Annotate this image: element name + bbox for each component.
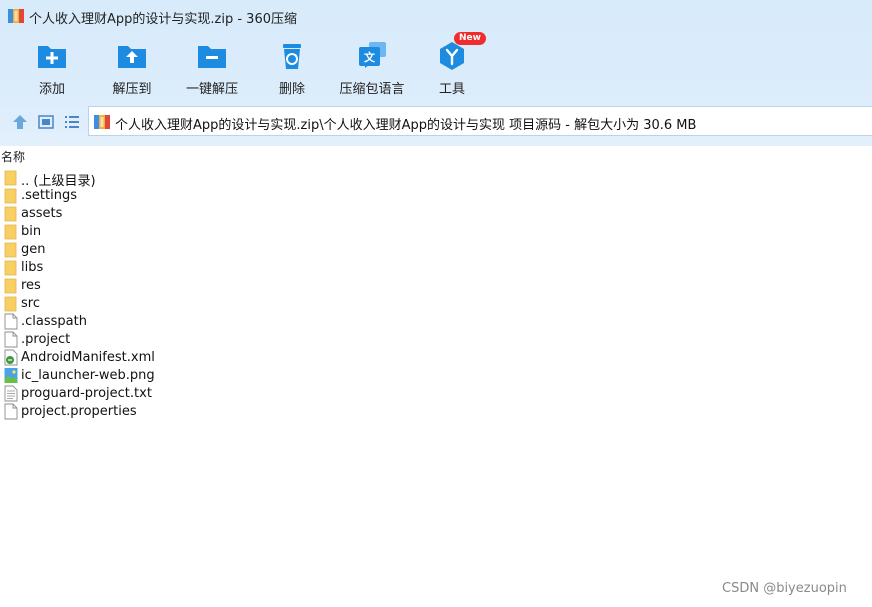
list-item[interactable]: ic_launcher-web.png	[0, 367, 300, 385]
delete-label: 删除	[278, 82, 305, 97]
add-button[interactable]: 添加	[12, 36, 92, 98]
list-item[interactable]: bin	[0, 223, 300, 241]
android-xml-file-icon	[4, 349, 18, 366]
address-bar[interactable]: 个人收入理财App的设计与实现.zip\个人收入理财App的设计与实现 项目源码…	[88, 106, 872, 136]
list-item[interactable]: .project	[0, 331, 300, 349]
file-name: src	[21, 296, 40, 311]
add-icon	[38, 46, 66, 68]
extract-to-icon	[118, 46, 146, 68]
image-file-icon	[4, 367, 18, 384]
file-name: .classpath	[21, 314, 87, 329]
archive-language-label: 压缩包语言	[339, 82, 405, 97]
file-name: proguard-project.txt	[21, 386, 152, 401]
folder-icon	[4, 259, 18, 276]
folder-icon	[4, 223, 18, 240]
new-badge: New	[454, 32, 486, 45]
list-item[interactable]: project.properties	[0, 403, 300, 421]
name-column-header[interactable]: 名称	[1, 148, 25, 165]
extract-to-label: 解压到	[112, 82, 152, 97]
file-name: gen	[21, 242, 46, 257]
zip-file-icon	[94, 115, 110, 129]
folder-icon	[4, 205, 18, 222]
one-click-extract-label: 一键解压	[185, 82, 238, 97]
folder-icon	[4, 169, 18, 186]
folder-icon	[4, 295, 18, 312]
file-icon	[4, 331, 18, 348]
archive-language-icon: 文	[359, 42, 386, 68]
one-click-extract-button[interactable]: 一键解压	[172, 36, 252, 98]
window-title: 个人收入理财App的设计与实现.zip - 360压缩	[29, 12, 297, 27]
list-item[interactable]: .. (上级目录)	[0, 169, 300, 189]
list-item[interactable]: assets	[0, 205, 300, 223]
navigation-bar: 个人收入理财App的设计与实现.zip\个人收入理财App的设计与实现 项目源码…	[0, 106, 872, 138]
folder-icon	[4, 277, 18, 294]
list-item[interactable]: AndroidManifest.xml	[0, 349, 300, 367]
list-item[interactable]: src	[0, 295, 300, 313]
one-click-extract-icon	[198, 46, 226, 68]
add-label: 添加	[38, 82, 65, 97]
text-file-icon	[4, 385, 18, 402]
large-icon-view-icon[interactable]	[37, 113, 55, 131]
folder-icon	[4, 187, 18, 204]
tools-button[interactable]: New 工具	[412, 32, 492, 98]
tools-label: 工具	[438, 82, 465, 97]
toolbar: 添加 解压到 一键解压 删除 文 压缩包语言 New 工具	[0, 32, 872, 98]
list-item[interactable]: libs	[0, 259, 300, 277]
file-name: AndroidManifest.xml	[21, 350, 155, 365]
list-item[interactable]: gen	[0, 241, 300, 259]
watermark: CSDN @biyezuopin	[722, 581, 847, 596]
file-name: ic_launcher-web.png	[21, 368, 155, 383]
list-item[interactable]: res	[0, 277, 300, 295]
folder-icon	[4, 241, 18, 258]
address-path: 个人收入理财App的设计与实现.zip\个人收入理财App的设计与实现 项目源码…	[115, 118, 697, 133]
title-bar: 个人收入理财App的设计与实现.zip - 360压缩	[0, 0, 872, 32]
file-name: res	[21, 278, 41, 293]
delete-button[interactable]: 删除	[252, 36, 332, 98]
archive-app-icon	[8, 9, 24, 23]
file-name: .project	[21, 332, 71, 347]
file-name: assets	[21, 206, 63, 221]
list-item[interactable]: .settings	[0, 187, 300, 205]
list-item[interactable]: proguard-project.txt	[0, 385, 300, 403]
file-name: libs	[21, 260, 44, 275]
file-name: .settings	[21, 188, 77, 203]
file-icon	[4, 403, 18, 420]
svg-text:文: 文	[364, 50, 376, 64]
archive-language-button[interactable]: 文 压缩包语言	[332, 36, 412, 98]
delete-icon	[283, 44, 301, 69]
up-arrow-icon[interactable]	[11, 113, 29, 131]
list-view-icon[interactable]	[63, 113, 81, 131]
list-item[interactable]: .classpath	[0, 313, 300, 331]
file-icon	[4, 313, 18, 330]
extract-to-button[interactable]: 解压到	[92, 36, 172, 98]
file-name: bin	[21, 224, 42, 239]
window-chrome: 个人收入理财App的设计与实现.zip - 360压缩 添加 解压到 一键解压	[0, 0, 872, 146]
file-name: project.properties	[21, 404, 137, 419]
